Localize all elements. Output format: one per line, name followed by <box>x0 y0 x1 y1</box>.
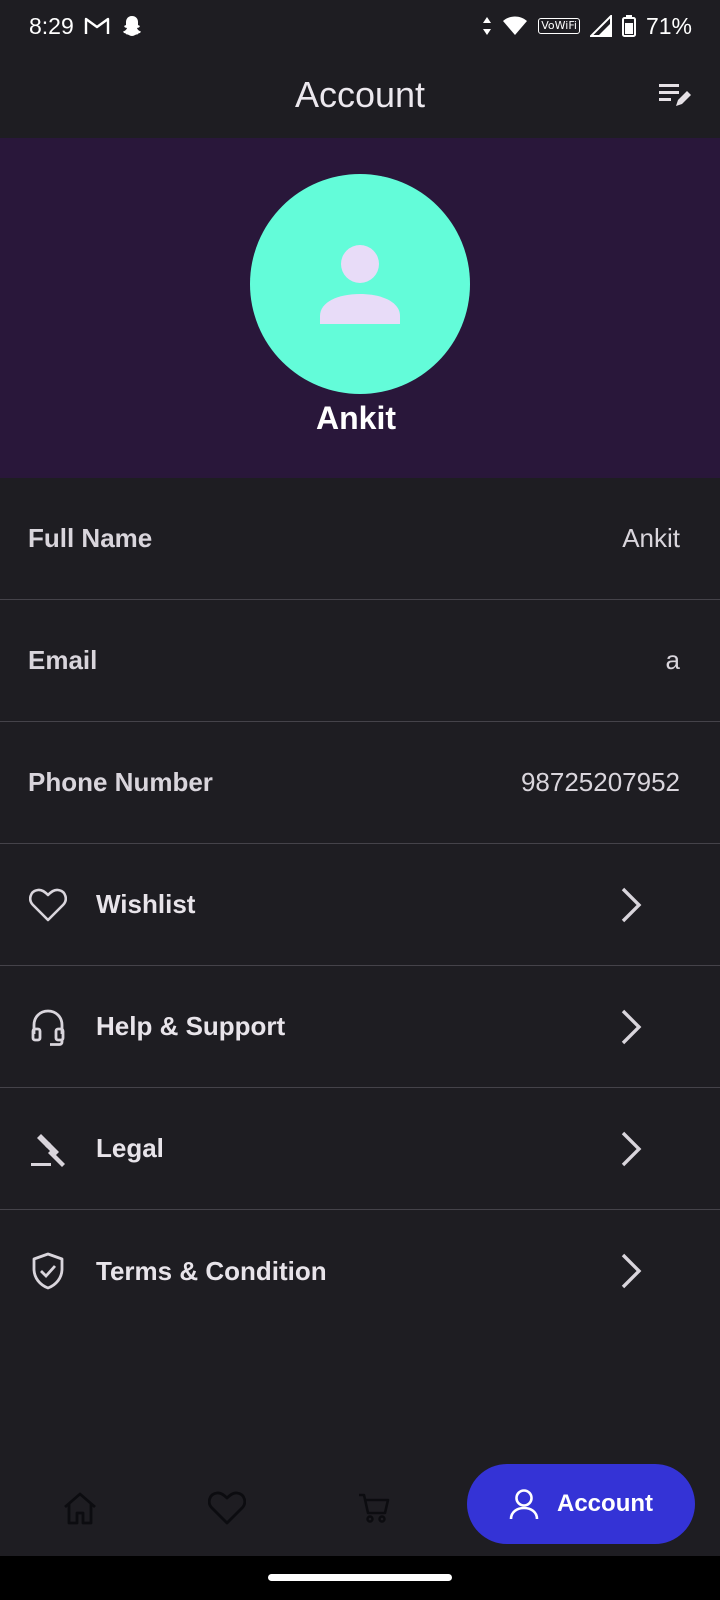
gmail-icon <box>84 16 110 36</box>
phone-number-row: Phone Number 98725207952 <box>0 722 720 844</box>
home-icon <box>64 1492 96 1525</box>
wifi-icon <box>502 16 528 36</box>
chevron-right-icon <box>616 885 646 925</box>
page-title: Account <box>294 74 426 115</box>
chevron-right-icon <box>616 1251 646 1291</box>
battery-icon <box>621 15 636 37</box>
menu-item-label: Terms & Condition <box>96 1255 327 1286</box>
vowifi-badge: VoWiFi <box>538 18 580 34</box>
menu-item-terms-condition[interactable]: Terms & Condition <box>0 1210 720 1332</box>
email-row: Email a <box>0 600 720 722</box>
email-value: a <box>665 645 680 675</box>
edit-profile-button[interactable] <box>656 76 694 114</box>
heart-icon <box>208 1491 246 1525</box>
chevron-right-icon <box>616 1129 646 1169</box>
heart-icon <box>28 885 68 925</box>
menu-item-wishlist[interactable]: Wishlist <box>0 844 720 966</box>
menu-item-label: Wishlist <box>96 889 196 919</box>
chevron-right-icon <box>616 1007 646 1047</box>
snapchat-icon <box>120 14 144 38</box>
full-name-label: Full Name <box>28 523 153 553</box>
shield-check-icon <box>28 1251 68 1291</box>
nav-wishlist-button[interactable] <box>199 1480 255 1536</box>
status-bar: 8:29 VoWiFi 71% <box>0 0 720 52</box>
full-name-row: Full Name Ankit <box>0 478 720 600</box>
data-arrows-icon <box>482 16 492 36</box>
status-right: VoWiFi 71% <box>482 13 692 40</box>
status-time: 8:29 <box>29 12 74 39</box>
nav-account-button[interactable]: Account <box>467 1464 695 1544</box>
avatar[interactable] <box>250 174 470 394</box>
person-outline-icon <box>509 1489 539 1520</box>
person-icon <box>320 245 400 324</box>
phone-number-label: Phone Number <box>28 767 213 797</box>
edit-list-icon <box>659 84 691 106</box>
headset-icon <box>28 1007 68 1047</box>
system-gesture-bar <box>0 1556 720 1600</box>
gavel-icon <box>28 1129 68 1169</box>
menu-item-label: Help & Support <box>96 1011 286 1041</box>
signal-icon <box>589 15 612 37</box>
menu-item-label: Legal <box>96 1133 164 1163</box>
menu-item-help-support[interactable]: Help & Support <box>0 966 720 1088</box>
email-label: Email <box>28 645 98 675</box>
phone-number-value: 98725207952 <box>520 767 680 797</box>
nav-cart-button[interactable] <box>346 1480 402 1536</box>
profile-name: Ankit <box>316 400 396 436</box>
nav-home-button[interactable] <box>52 1480 108 1536</box>
home-gesture-handle[interactable] <box>268 1574 452 1581</box>
profile-header: Ankit <box>0 138 720 478</box>
bottom-navigation: Account <box>0 1456 720 1556</box>
account-screen: 8:29 VoWiFi 71% Account Ankit Full Name … <box>0 0 720 1600</box>
app-bar: Account <box>0 52 720 138</box>
cart-icon <box>359 1493 390 1523</box>
account-details-list: Full Name Ankit Email a Phone Number 987… <box>0 478 720 1332</box>
battery-percent: 71% <box>645 12 692 39</box>
status-left: 8:29 <box>29 13 144 40</box>
menu-item-legal[interactable]: Legal <box>0 1088 720 1210</box>
nav-account-label: Account <box>557 1490 653 1517</box>
full-name-value: Ankit <box>622 523 680 553</box>
